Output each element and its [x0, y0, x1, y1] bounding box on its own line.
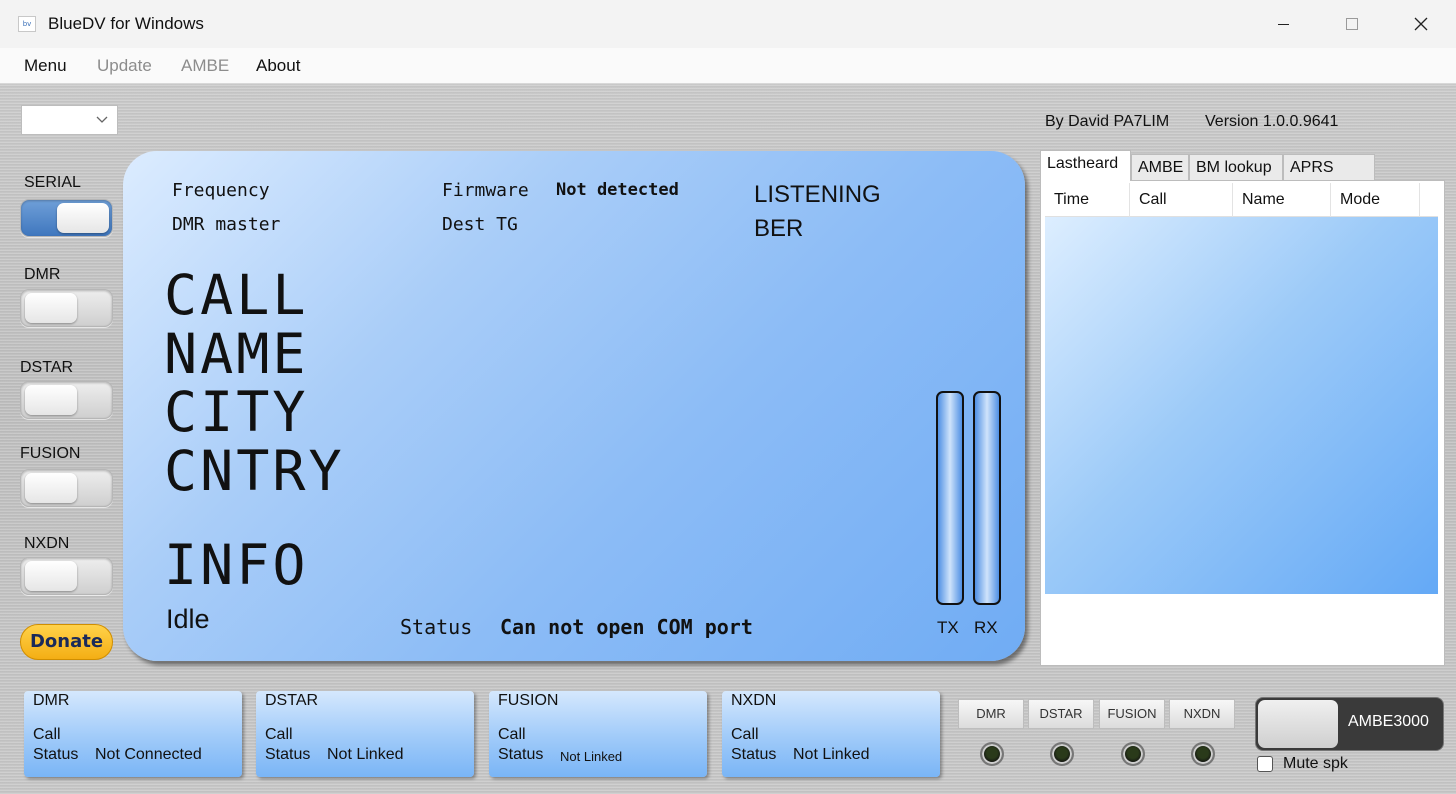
card-status-value: Not Connected: [95, 746, 202, 763]
status-label: Status: [400, 615, 473, 639]
maximize-button[interactable]: [1318, 0, 1386, 48]
lastheard-header: Time Call Name Mode: [1045, 183, 1438, 217]
frequency-label: Frequency: [172, 180, 270, 201]
minimize-button[interactable]: [1249, 0, 1317, 48]
version-label: Version 1.0.0.9641: [1205, 113, 1339, 130]
fusion-indicator-led: [1121, 742, 1145, 766]
fusion-toggle[interactable]: [20, 469, 113, 507]
card-status-value: Not Linked: [560, 749, 623, 764]
tx-label: TX: [937, 618, 959, 637]
serial-toggle[interactable]: [20, 199, 113, 237]
card-status-label: Status: [731, 746, 777, 763]
mode-label-dstar: DSTAR: [20, 359, 74, 376]
nxdn-toggle[interactable]: [20, 557, 113, 595]
card-status-label: Status: [498, 746, 544, 763]
dstar-mode-button[interactable]: DSTAR: [1028, 699, 1094, 729]
fusion-mode-button[interactable]: FUSION: [1099, 699, 1165, 729]
app-icon: bv: [18, 16, 36, 32]
tab-lastheard[interactable]: Lastheard: [1040, 150, 1131, 181]
author-byline: By David PA7LIM: [1045, 113, 1170, 130]
dmr-master-label: DMR master: [172, 214, 281, 235]
nxdn-indicator-led: [1191, 742, 1215, 766]
tab-bm-lookup[interactable]: BM lookup: [1189, 154, 1283, 180]
rx-label: RX: [974, 618, 998, 637]
mute-speaker-label: Mute spk: [1283, 755, 1348, 772]
card-title: DSTAR: [265, 692, 319, 709]
card-title: NXDN: [731, 692, 777, 709]
dmr-mode-button[interactable]: DMR: [958, 699, 1024, 729]
column-call[interactable]: Call: [1130, 183, 1233, 217]
toggle-knob: [1258, 700, 1338, 748]
toggle-knob: [25, 473, 77, 503]
dstar-toggle[interactable]: [20, 381, 113, 419]
close-button[interactable]: [1387, 0, 1455, 48]
menu-ambe[interactable]: AMBE: [181, 56, 229, 76]
dstar-indicator-led: [1050, 742, 1074, 766]
column-mode[interactable]: Mode: [1331, 183, 1420, 217]
column-name[interactable]: Name: [1233, 183, 1331, 217]
lastheard-list[interactable]: [1045, 217, 1438, 594]
dstar-status-card: DSTAR Call Status Not Linked: [256, 691, 474, 777]
info-field: INFO: [164, 533, 309, 597]
rx-level-meter: [973, 391, 1001, 605]
toggle-knob: [57, 203, 109, 233]
idle-status: Idle: [166, 604, 210, 634]
listening-label: LISTENING: [754, 181, 881, 208]
dmr-indicator-led: [980, 742, 1004, 766]
menu-about[interactable]: About: [256, 56, 300, 76]
menu-update[interactable]: Update: [97, 56, 152, 76]
column-time[interactable]: Time: [1045, 183, 1130, 217]
card-call-label: Call: [265, 726, 293, 743]
toggle-knob: [25, 561, 77, 591]
menu-menu[interactable]: Menu: [24, 56, 67, 76]
call-field: CALL: [164, 263, 309, 327]
ber-label: BER: [754, 215, 804, 242]
ambe3000-label: AMBE3000: [1348, 713, 1429, 730]
card-title: FUSION: [498, 692, 559, 709]
toggle-knob: [25, 385, 77, 415]
nxdn-status-card: NXDN Call Status Not Linked: [722, 691, 940, 777]
nxdn-mode-button[interactable]: NXDN: [1169, 699, 1235, 729]
card-status-label: Status: [265, 746, 311, 763]
card-call-label: Call: [498, 726, 526, 743]
firmware-label: Firmware: [442, 180, 529, 201]
tx-level-meter: [936, 391, 964, 605]
mute-speaker-checkbox[interactable]: [1257, 756, 1273, 772]
mode-label-dmr: DMR: [24, 266, 61, 283]
firmware-value: Not detected: [556, 180, 679, 200]
dmr-toggle[interactable]: [20, 289, 113, 327]
toggle-knob: [25, 293, 77, 323]
city-field: CITY: [164, 380, 309, 444]
chevron-down-icon: [96, 116, 108, 123]
fusion-status-card: FUSION Call Status Not Linked: [489, 691, 707, 777]
menu-bar: Menu Update AMBE About: [0, 48, 1456, 84]
ambe3000-toggle[interactable]: AMBE3000: [1255, 697, 1444, 751]
close-icon: [1414, 17, 1428, 31]
card-title: DMR: [33, 692, 70, 709]
donate-button[interactable]: Donate: [20, 624, 113, 660]
mode-label-nxdn: NXDN: [24, 535, 70, 552]
status-value: Can not open COM port: [500, 615, 753, 639]
dmr-status-card: DMR Call Status Not Connected: [24, 691, 242, 777]
tab-aprs-chat[interactable]: APRS chat: [1283, 154, 1375, 202]
name-field: NAME: [164, 322, 309, 386]
card-status-value: Not Linked: [327, 746, 404, 763]
title-bar: bv BlueDV for Windows: [0, 0, 1456, 48]
card-call-label: Call: [33, 726, 61, 743]
country-field: CNTRY: [164, 439, 345, 503]
card-status-value: Not Linked: [793, 746, 870, 763]
mode-label-serial: SERIAL: [24, 174, 81, 191]
card-call-label: Call: [731, 726, 759, 743]
tab-ambe[interactable]: AMBE: [1131, 154, 1189, 180]
window-title: BlueDV for Windows: [48, 14, 204, 33]
mode-label-fusion: FUSION: [20, 445, 81, 462]
port-combobox[interactable]: [21, 105, 118, 135]
dest-tg-label: Dest TG: [442, 214, 518, 235]
card-status-label: Status: [33, 746, 79, 763]
